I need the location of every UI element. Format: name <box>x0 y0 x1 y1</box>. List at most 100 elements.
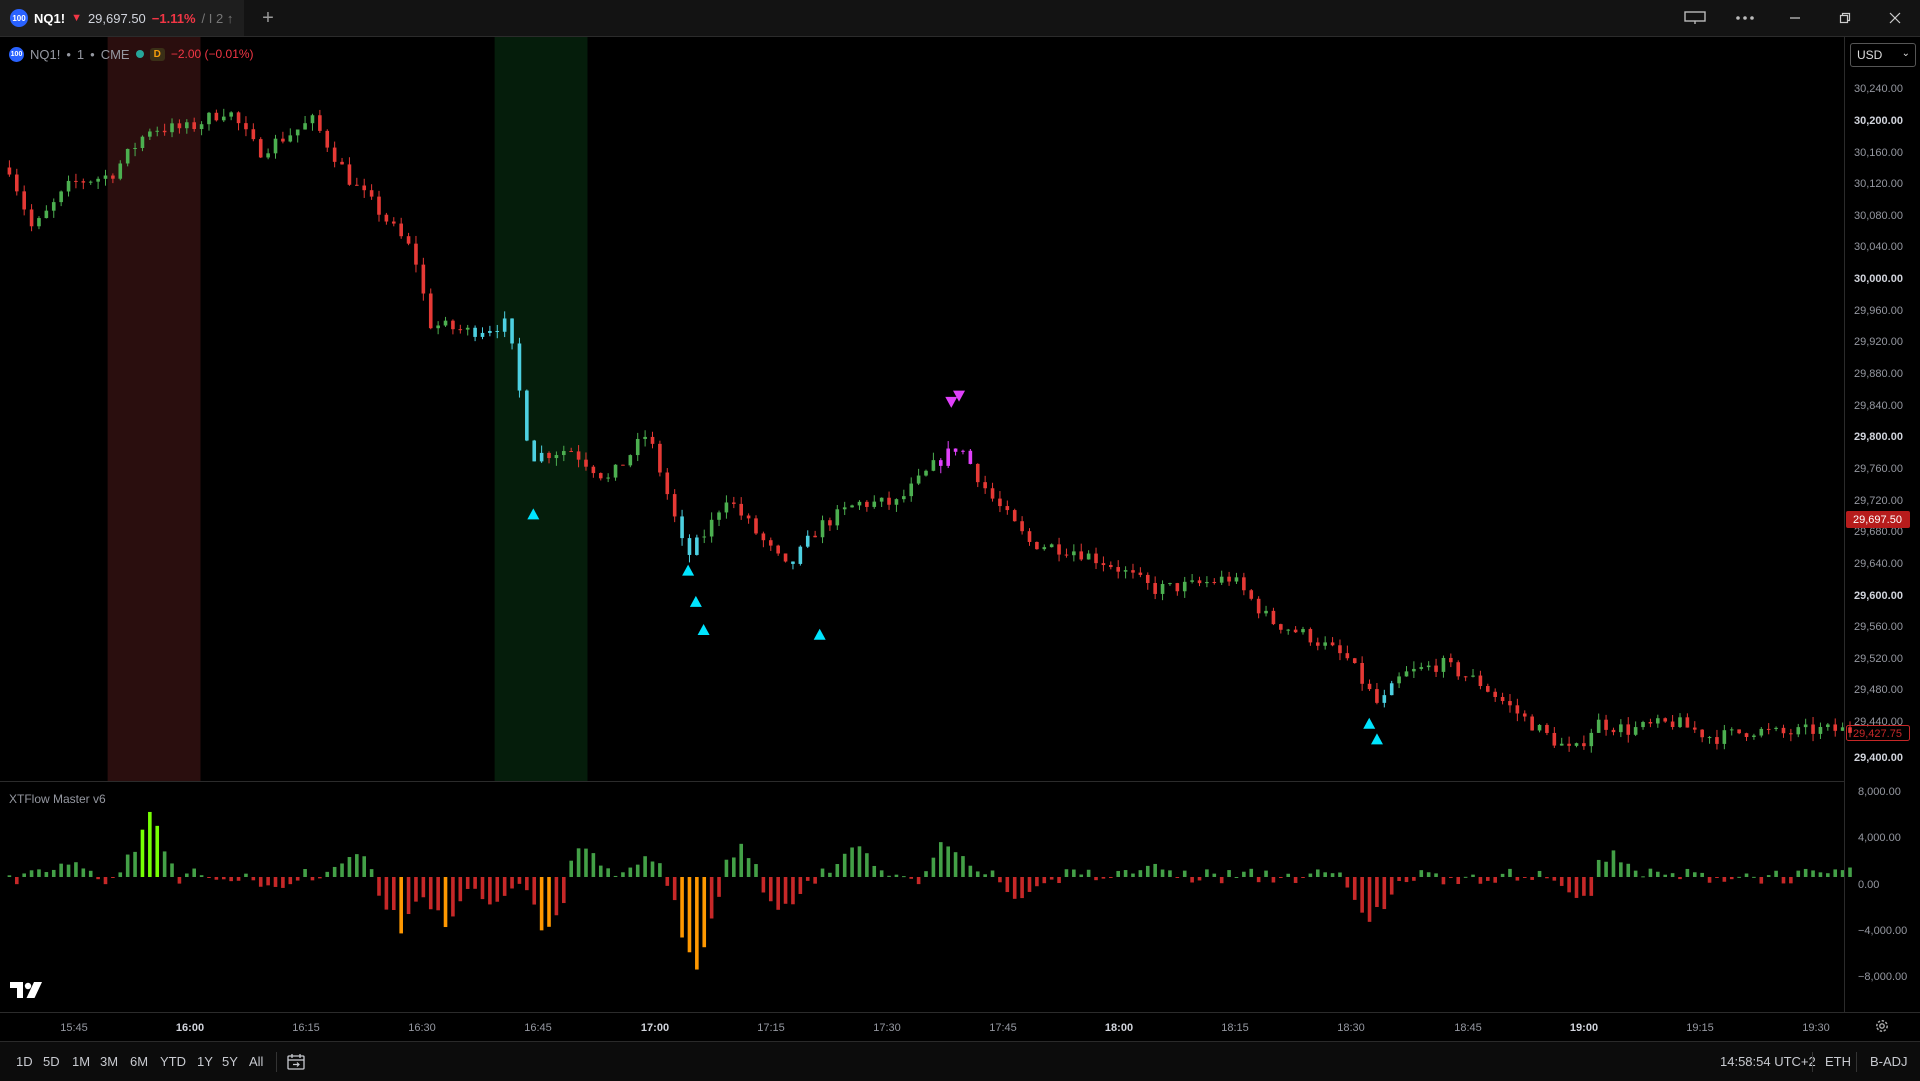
candle-body <box>805 535 810 547</box>
price-axis[interactable]: 30,240.00 30,200.00 30,160.00 30,120.00 … <box>1854 83 1903 764</box>
candle-body <box>362 185 367 191</box>
time-axis-label: 17:00 <box>641 1022 669 1034</box>
range-5d-button[interactable]: 5D <box>43 1054 60 1069</box>
range-3m-button[interactable]: 3M <box>100 1054 118 1069</box>
indicator-bar <box>7 875 12 877</box>
candle-body <box>1633 727 1638 735</box>
candle-body <box>1449 657 1453 663</box>
indicator-bar <box>473 877 477 889</box>
candle-body <box>761 533 766 541</box>
indicator-bar <box>1781 877 1786 884</box>
clock[interactable]: 14:58:54 UTC+2 <box>1720 1054 1816 1069</box>
candle-body <box>562 451 566 456</box>
indicator-bar <box>510 877 514 889</box>
candle-body <box>1840 727 1845 731</box>
indicator-bar <box>1500 873 1505 877</box>
time-axis-label: 18:30 <box>1337 1022 1365 1034</box>
indicator-bar <box>258 877 263 887</box>
candle-body <box>783 553 788 562</box>
indicator-bar <box>1168 870 1172 877</box>
indicator-bar <box>502 877 507 896</box>
indicator-bar <box>931 857 936 877</box>
adjustment-toggle[interactable]: B-ADJ <box>1870 1054 1908 1069</box>
indicator-bar <box>140 829 145 877</box>
candle-body <box>621 464 625 466</box>
indicator-bar <box>709 877 714 919</box>
range-all-button[interactable]: All <box>249 1054 263 1069</box>
candle-body <box>569 451 573 453</box>
symbol-legend[interactable]: 100 NQ1! • 1 • CME D −2.00 (−0.01%) <box>9 45 254 63</box>
candle-body <box>384 214 389 222</box>
indicator-bar <box>746 858 751 877</box>
candle-body <box>332 147 337 162</box>
candle-body <box>791 561 795 564</box>
currency-select[interactable]: USD ⌄ <box>1850 43 1916 67</box>
candle-body <box>502 318 507 332</box>
candle-body <box>1064 554 1069 556</box>
tradingview-logo-icon[interactable] <box>10 980 44 1000</box>
candle-body <box>1352 658 1357 664</box>
calendar-icon[interactable] <box>287 1053 305 1070</box>
buy-signal-marker <box>1363 717 1376 729</box>
time-axis[interactable]: 15:45 16:00 16:15 16:30 16:45 17:00 17:1… <box>60 1022 1830 1034</box>
candle-body <box>798 546 803 564</box>
time-axis-label: 18:45 <box>1454 1022 1482 1034</box>
candle-body <box>155 130 160 132</box>
range-6m-button[interactable]: 6M <box>130 1054 148 1069</box>
candle-body <box>1567 743 1571 746</box>
indicator-bar <box>51 869 56 877</box>
candle-body <box>598 473 603 479</box>
indicator-bar <box>1352 877 1357 900</box>
candle-body <box>1005 506 1010 511</box>
time-axis-label: 17:45 <box>989 1022 1017 1034</box>
indicator-axis-label: −8,000.00 <box>1858 971 1907 983</box>
indicator-bar <box>1493 877 1497 883</box>
candle-body <box>347 164 352 185</box>
candle-body <box>547 452 551 459</box>
indicator-bar <box>185 873 189 877</box>
indicator-bar <box>1700 872 1704 877</box>
candle-body <box>953 448 958 452</box>
indicator-axis-label: 0.00 <box>1858 879 1879 891</box>
gear-icon[interactable] <box>1874 1018 1890 1034</box>
indicator-bar <box>768 877 773 902</box>
candle-body <box>1537 724 1542 731</box>
candle-body <box>1145 574 1150 584</box>
candle-body <box>1330 642 1335 646</box>
price-axis-label: 29,840.00 <box>1854 400 1903 412</box>
session-highlight <box>494 37 588 781</box>
price-axis-label: 29,960.00 <box>1854 305 1903 317</box>
price-axis-label: 30,200.00 <box>1854 115 1903 127</box>
range-ytd-button[interactable]: YTD <box>160 1054 186 1069</box>
range-5y-button[interactable]: 5Y <box>222 1054 238 1069</box>
indicator-axis[interactable]: 8,000.00 4,000.00 0.00 −4,000.00 −8,000.… <box>1858 786 1907 983</box>
price-axis-label: 29,400.00 <box>1854 752 1903 764</box>
indicator-bar <box>1086 869 1091 877</box>
price-chart[interactable]: 30,240.00 30,200.00 30,160.00 30,120.00 … <box>0 0 1920 1080</box>
candle-body <box>525 390 529 441</box>
candle-body <box>125 148 130 164</box>
candle-body <box>44 210 49 219</box>
candle-body <box>1626 724 1631 735</box>
candle-body <box>488 330 492 333</box>
candle-body <box>480 332 485 337</box>
candle-body <box>1242 577 1246 591</box>
legend-interval: 1 <box>76 46 85 62</box>
candle-body <box>1419 667 1424 669</box>
candle-body <box>983 482 987 489</box>
indicator-bar <box>111 877 115 878</box>
price-axis-label: 29,480.00 <box>1854 684 1903 696</box>
price-axis-label: 29,720.00 <box>1854 495 1903 507</box>
candle-body <box>532 440 537 462</box>
indicator-title[interactable]: XTFlow Master v6 <box>9 792 106 806</box>
range-1m-button[interactable]: 1M <box>72 1054 90 1069</box>
indicator-bar <box>295 877 300 881</box>
price-axis-label: 30,080.00 <box>1854 210 1903 222</box>
indicator-axis-label: 4,000.00 <box>1858 832 1901 844</box>
session-toggle[interactable]: ETH <box>1825 1054 1851 1069</box>
indicator-bar <box>1766 875 1771 877</box>
range-1y-button[interactable]: 1Y <box>197 1054 213 1069</box>
indicator-bar <box>480 877 485 900</box>
indicator-bar <box>687 877 692 953</box>
range-1d-button[interactable]: 1D <box>16 1054 33 1069</box>
